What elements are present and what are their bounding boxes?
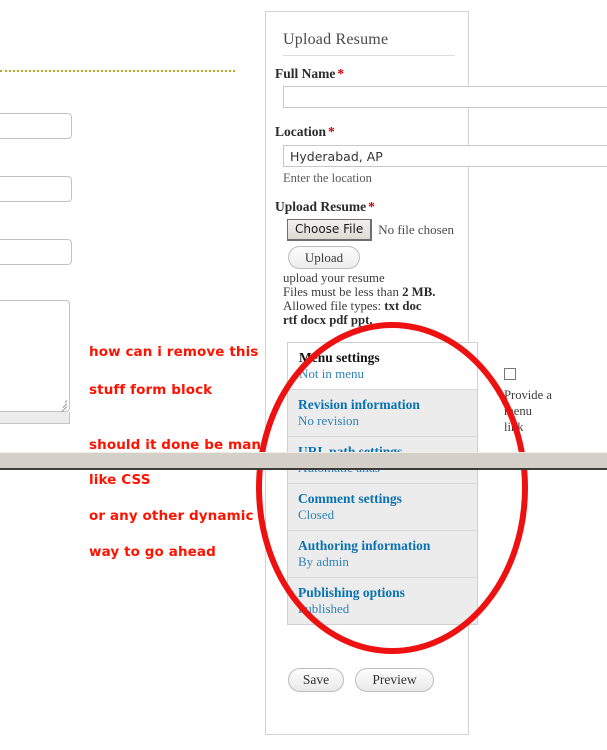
left-text-input-1[interactable] — [0, 113, 72, 139]
tab-publishing-options-summary: Published — [298, 601, 350, 616]
upload-description-line-3: Allowed file types: txt doc — [283, 299, 422, 313]
tab-authoring-information-title: Authoring information — [298, 538, 431, 553]
file-chooser-row: Choose File No file chosen — [287, 219, 454, 241]
tab-revision-information[interactable]: Revision information No revision — [288, 390, 477, 437]
save-button[interactable]: Save — [288, 668, 344, 692]
tab-comment-settings-title: Comment settings — [298, 491, 402, 506]
tab-authoring-information-summary: By admin — [298, 554, 349, 569]
textarea-resize-grip-icon[interactable] — [55, 397, 68, 414]
tab-revision-information-summary: No revision — [298, 413, 360, 428]
screenshot-canvas: how can i remove this stuff form block s… — [0, 0, 607, 750]
location-input[interactable] — [283, 145, 607, 167]
tab-menu-settings-summary: Not in menu — [299, 366, 364, 381]
tab-comment-settings[interactable]: Comment settings Closed — [288, 484, 477, 531]
upload-resume-label-text: Upload Resume — [275, 199, 367, 214]
location-required-mark: * — [328, 124, 335, 139]
tab-publishing-options[interactable]: Publishing options Published — [288, 578, 477, 624]
full-name-input[interactable] — [283, 86, 607, 108]
page-title: Upload Resume — [283, 31, 389, 48]
annotation-line-2: stuff form block — [89, 382, 213, 398]
upload-resume-label: Upload Resume * — [275, 199, 375, 215]
dotted-divider — [0, 70, 235, 72]
location-label: Location * — [275, 124, 335, 140]
location-help-text: Enter the location — [283, 171, 372, 185]
upload-size-limit: 2 MB. — [402, 285, 436, 299]
left-text-input-3[interactable] — [0, 239, 72, 265]
annotation-line-6: way to go ahead — [89, 544, 216, 560]
upload-button[interactable]: Upload — [288, 246, 360, 269]
choose-file-button[interactable]: Choose File — [287, 219, 373, 241]
left-textarea[interactable] — [0, 300, 70, 414]
tab-comment-settings-summary: Closed — [298, 507, 335, 522]
allowed-types-part-2: rtf docx pdf ppt. — [283, 313, 373, 327]
allowed-types-part-1: txt doc — [384, 299, 422, 313]
upload-resume-required-mark: * — [368, 199, 375, 214]
tab-menu-settings-title: Menu settings — [299, 350, 380, 365]
provide-menu-link-label: Provide a menu link — [504, 388, 552, 434]
full-name-label: Full Name * — [275, 66, 344, 82]
tab-publishing-options-title: Publishing options — [298, 585, 405, 600]
annotation-line-5: or any other dynamic — [89, 508, 254, 524]
full-name-label-text: Full Name — [275, 66, 336, 81]
tab-menu-settings[interactable]: Menu settings Not in menu — [288, 343, 477, 390]
tab-authoring-information[interactable]: Authoring information By admin — [288, 531, 477, 578]
provide-menu-link-checkbox[interactable] — [504, 368, 516, 380]
vertical-tabs: Menu settings Not in menu Revision infor… — [287, 342, 478, 625]
location-label-text: Location — [275, 124, 327, 139]
left-text-input-2[interactable] — [0, 176, 72, 202]
full-name-required-mark: * — [337, 66, 345, 81]
preview-button[interactable]: Preview — [355, 668, 434, 692]
upload-size-prefix: Files must be less than — [283, 285, 403, 299]
upload-description-line-4: rtf docx pdf ppt. — [283, 313, 373, 327]
allowed-types-prefix: Allowed file types: — [283, 299, 385, 313]
upload-description-line-1: upload your resume — [283, 271, 385, 285]
annotation-line-1: how can i remove this — [89, 344, 259, 360]
page-title-rule — [283, 55, 455, 56]
no-file-chosen-text: No file chosen — [378, 222, 455, 237]
left-textarea-footer — [0, 412, 70, 424]
upload-description-line-2: Files must be less than 2 MB. — [283, 285, 436, 299]
annotation-line-4: like CSS — [89, 472, 151, 488]
horizontal-scrollbar[interactable] — [0, 452, 607, 470]
tab-revision-information-title: Revision information — [298, 397, 420, 412]
